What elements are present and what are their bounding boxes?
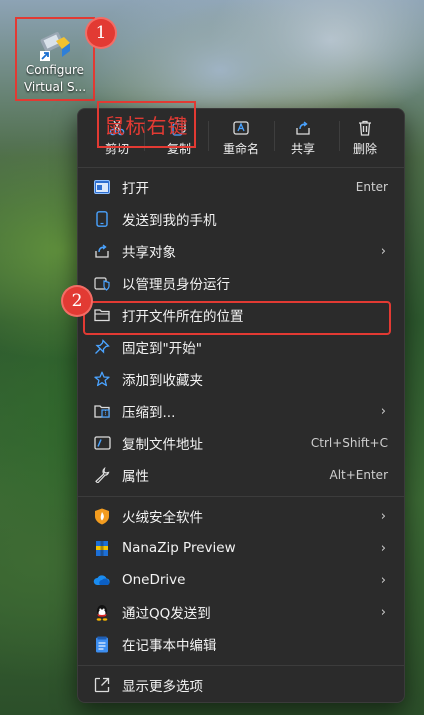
wrench-icon xyxy=(93,466,111,484)
rename-label: 重命名 xyxy=(222,142,259,156)
qq-icon xyxy=(93,603,111,621)
notepad-icon xyxy=(93,635,111,653)
menu-item-run-as-admin[interactable]: 以管理员身份运行 xyxy=(84,267,398,299)
chevron-right-icon: › xyxy=(380,540,386,556)
trash-icon xyxy=(356,119,374,137)
shortcut-text: Enter xyxy=(355,180,388,194)
chevron-right-icon: › xyxy=(380,403,386,419)
delete-button[interactable]: 删除 xyxy=(335,119,395,157)
chevron-right-icon: › xyxy=(380,604,386,620)
chevron-right-icon: › xyxy=(380,243,386,259)
context-menu: 剪切 复制 重命名 共享 删除 打开 Enter 发送到我的手机 共享对象 › … xyxy=(77,108,405,703)
menu-item-edit-in-notepad[interactable]: 在记事本中编辑 xyxy=(84,628,398,660)
menu-item-label: 打开 xyxy=(122,181,149,197)
step-1-badge: 1 xyxy=(87,19,115,47)
copy-path-icon xyxy=(93,434,111,452)
configure-app-icon xyxy=(38,27,72,61)
toolbar-divider xyxy=(339,121,340,151)
menu-item-onedrive[interactable]: OneDrive › xyxy=(84,564,398,596)
right-click-annotation: 鼠标右键 xyxy=(97,101,196,148)
admin-shield-icon xyxy=(93,274,111,292)
menu-item-label: 发送到我的手机 xyxy=(122,213,217,229)
menu-item-compress-to[interactable]: 压缩到... › xyxy=(84,395,398,427)
phone-icon xyxy=(93,210,111,228)
share-icon xyxy=(294,119,312,137)
shortcut-text: Ctrl+Shift+C xyxy=(310,436,388,450)
open-app-icon xyxy=(93,178,111,196)
nanazip-icon xyxy=(93,539,111,557)
menu-item-label: 显示更多选项 xyxy=(122,679,203,695)
menu-item-show-more-options[interactable]: 显示更多选项 xyxy=(84,669,398,701)
menu-item-label: 在记事本中编辑 xyxy=(122,638,217,654)
menu-item-share-with[interactable]: 共享对象 › xyxy=(84,235,398,267)
rename-icon xyxy=(232,119,250,137)
menu-item-label: 固定到"开始" xyxy=(122,341,202,357)
share-label: 共享 xyxy=(290,142,315,156)
menu-item-copy-as-path[interactable]: 复制文件地址 Ctrl+Shift+C xyxy=(84,427,398,459)
desktop-shortcut-configure[interactable]: Configure Virtual S... xyxy=(15,17,95,101)
star-icon xyxy=(93,370,111,388)
share-button[interactable]: 共享 xyxy=(273,119,333,157)
highlight-open-location xyxy=(83,301,391,335)
menu-item-open[interactable]: 打开 Enter xyxy=(84,171,398,203)
menu-item-pin-to-start[interactable]: 固定到"开始" xyxy=(84,331,398,363)
rename-button[interactable]: 重命名 xyxy=(211,119,271,157)
more-options-icon xyxy=(93,676,111,694)
toolbar-divider xyxy=(274,121,275,151)
menu-divider xyxy=(78,167,404,168)
menu-item-label: 添加到收藏夹 xyxy=(122,373,203,389)
menu-item-nanazip[interactable]: NanaZip Preview › xyxy=(84,532,398,564)
delete-label: 删除 xyxy=(352,142,377,156)
pin-icon xyxy=(93,338,111,356)
menu-item-huorong[interactable]: 火绒安全软件 › xyxy=(84,500,398,532)
chevron-right-icon: › xyxy=(380,572,386,588)
chevron-right-icon: › xyxy=(380,508,386,524)
menu-item-properties[interactable]: 属性 Alt+Enter xyxy=(84,459,398,491)
share-icon xyxy=(93,242,111,260)
menu-divider xyxy=(78,665,404,666)
menu-item-label: OneDrive xyxy=(122,572,186,588)
menu-item-label: 属性 xyxy=(122,469,149,485)
toolbar-divider xyxy=(208,121,209,151)
menu-item-label: 复制文件地址 xyxy=(122,437,203,453)
step-2-badge: 2 xyxy=(63,287,91,315)
menu-item-send-via-qq[interactable]: 通过QQ发送到 › xyxy=(84,596,398,628)
menu-item-label: 压缩到... xyxy=(122,405,176,421)
menu-divider xyxy=(78,496,404,497)
menu-item-add-to-favorites[interactable]: 添加到收藏夹 xyxy=(84,363,398,395)
zip-icon xyxy=(93,402,111,420)
menu-item-label: 共享对象 xyxy=(122,245,176,261)
menu-item-label: 通过QQ发送到 xyxy=(122,606,211,622)
menu-item-send-to-phone[interactable]: 发送到我的手机 xyxy=(84,203,398,235)
desktop-icon-label-2: Virtual S... xyxy=(23,80,87,94)
menu-item-label: 以管理员身份运行 xyxy=(122,277,230,293)
desktop-icon-label-1: Configure xyxy=(25,63,85,77)
menu-item-label: NanaZip Preview xyxy=(122,540,236,556)
menu-item-label: 火绒安全软件 xyxy=(122,510,203,526)
shortcut-text: Alt+Enter xyxy=(329,468,388,482)
huorong-icon xyxy=(93,507,111,525)
onedrive-icon xyxy=(93,571,111,589)
